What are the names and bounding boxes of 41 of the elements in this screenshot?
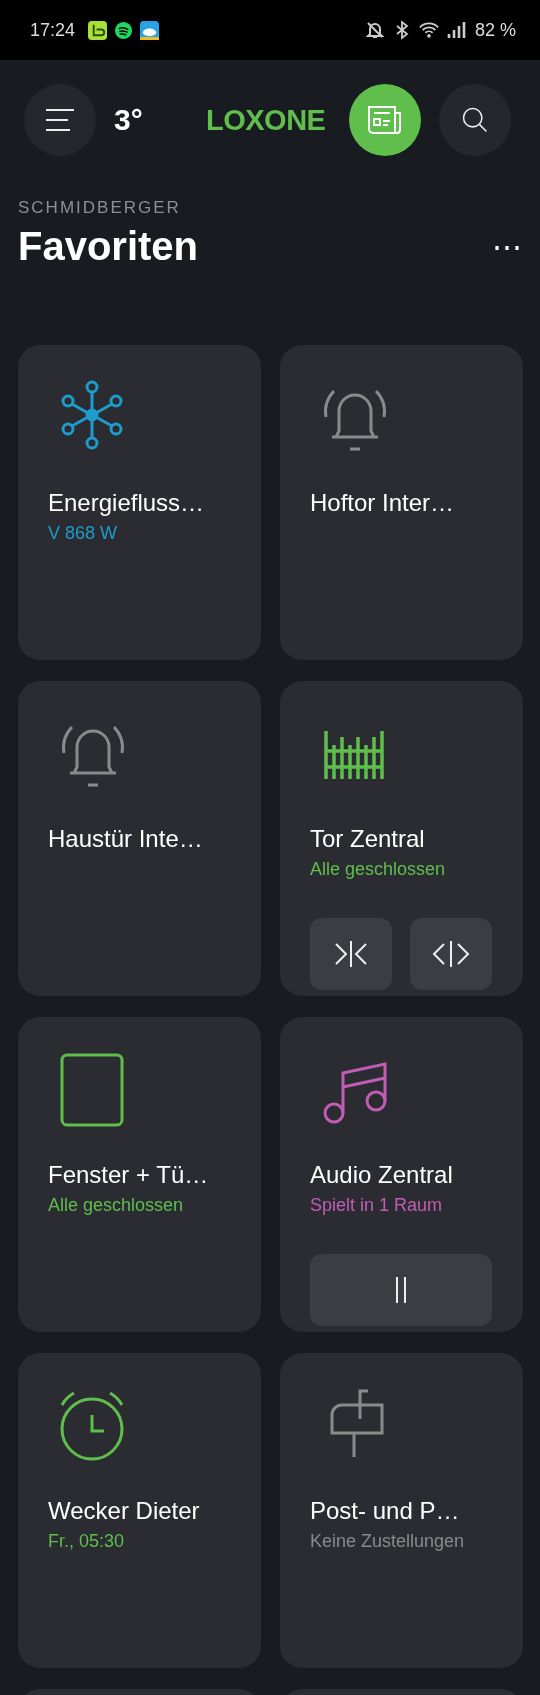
close-gate-button[interactable] [310, 918, 392, 990]
temperature: 3° [114, 103, 144, 137]
wifi-icon [418, 20, 439, 40]
music-app-icon [114, 20, 134, 40]
status-time: 17:24 [30, 19, 76, 41]
battery-level: 82 % [474, 19, 516, 41]
favorite-card[interactable]: Audio Zentral Spielt in 1 Raum [280, 1017, 523, 1332]
favorite-card[interactable]: Hoftor Inter… [280, 345, 523, 660]
card-title: Tor Zentral [310, 825, 425, 853]
card-status: Keine Zustellungen [310, 1531, 465, 1552]
favorite-card[interactable]: Haustür Inte… [18, 681, 261, 996]
newspaper-icon [367, 105, 404, 135]
favorite-card[interactable]: Fenster + Tü… Alle geschlossen [18, 1017, 261, 1332]
favorite-card[interactable]: Post- und P… Keine Zustellungen [280, 1353, 523, 1668]
card-status: Alle geschlossen [310, 859, 446, 880]
pause-icon [396, 1275, 406, 1305]
menu-icon [45, 107, 75, 133]
favorite-card[interactable]: Tor Zentral Alle geschlossen [280, 681, 523, 996]
card-status: Spielt in 1 Raum [310, 1195, 443, 1216]
more-button[interactable]: ⋯ [484, 231, 522, 262]
card-title: Fenster + Tü… [48, 1161, 209, 1189]
card-status: V 868 W [48, 523, 118, 544]
muted-bell-icon [364, 20, 385, 40]
arrows-outward-icon [431, 939, 471, 969]
card-title: Post- und P… [310, 1497, 460, 1525]
card-title: Hoftor Inter… [310, 489, 455, 517]
card-status: Fr., 05:30 [48, 1531, 125, 1552]
card-title: Wecker Dieter [48, 1497, 200, 1525]
app-notification-icon [88, 20, 108, 40]
favorite-card[interactable]: Wecker Dieter Fr., 05:30 [18, 1353, 261, 1668]
logo: LOXONE [206, 103, 326, 137]
open-gate-button[interactable] [410, 918, 492, 990]
card-title: Haustür Inte… [48, 825, 203, 853]
favorite-card[interactable]: Energiefluss… V 868 W [18, 345, 261, 660]
home-name: SCHMIDBERGER [18, 198, 182, 218]
card-status: Alle geschlossen [48, 1195, 184, 1216]
weather-app-icon [140, 20, 160, 40]
card-title: Energiefluss… [48, 489, 205, 517]
card-title: Audio Zentral [310, 1161, 453, 1189]
signal-icon [445, 20, 466, 40]
page-title: Favoriten [18, 224, 199, 269]
